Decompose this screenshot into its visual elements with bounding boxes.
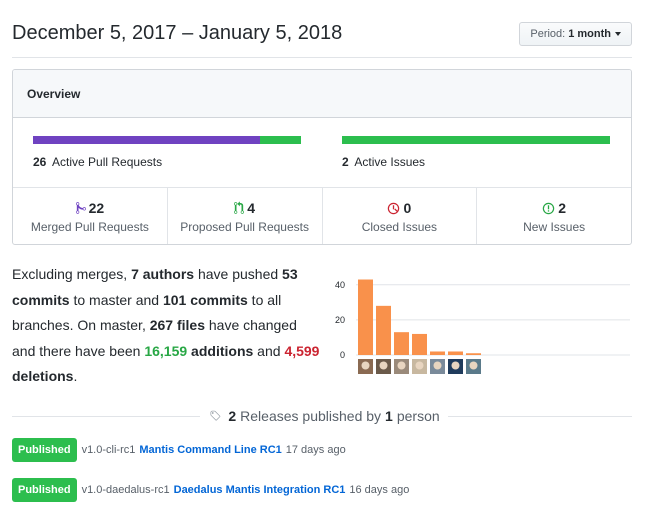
git-merge-icon (75, 202, 86, 214)
new-issues-label: New Issues (523, 220, 586, 234)
contributor-avatar (358, 359, 373, 374)
overview-summary: 26 Active Pull Requests 2 Active Issues (13, 118, 631, 188)
merged-pull-requests-count: 22 (88, 200, 105, 216)
summary-text-3: to master and (69, 291, 163, 308)
release-time: 16 days ago (349, 484, 410, 496)
period-value: 1 month (568, 28, 611, 40)
issues-bar (342, 136, 610, 144)
open-pull-requests-bar-segment (259, 136, 301, 144)
contributor-avatar (394, 359, 409, 374)
merged-pull-requests-label: Merged Pull Requests (30, 220, 149, 234)
contributor-avatar (376, 359, 391, 374)
closed-issues-count: 0 (403, 200, 412, 216)
deletions-count: 4,599 (284, 342, 320, 359)
contributor-avatar (430, 359, 445, 374)
releases-text-1: Releases published by (240, 408, 382, 424)
active-pull-requests-label: Active Pull Requests (52, 155, 163, 169)
additions-count: 16,159 (144, 342, 188, 359)
files-changed-count: 267 files (149, 317, 205, 333)
summary-text-6: and (253, 342, 285, 359)
active-issues-label: Active Issues (354, 155, 426, 169)
overview-box: Overview 26 Active Pull Requests 2 Activ… (12, 69, 632, 245)
contributor-avatar (448, 359, 463, 374)
deletions-word: deletions (12, 368, 74, 384)
all-branch-commits-count: 101 commits (162, 291, 248, 308)
active-issues-summary[interactable]: 2 Active Issues (342, 136, 610, 169)
overview-title: Overview (13, 70, 631, 118)
chart-bar (394, 332, 409, 355)
chart-bar (466, 353, 481, 355)
summary-text-2: have pushed (194, 266, 283, 282)
proposed-pull-requests-count: 4 (247, 200, 256, 216)
additions-word: additions (187, 342, 254, 359)
new-issues-count: 2 (558, 200, 567, 216)
release-name-link[interactable]: Mantis Command Line RC1 (139, 444, 281, 456)
release-item: Published v1.0-daedalus-rc1 Daedalus Man… (12, 478, 409, 502)
release-tag: v1.0-daedalus-rc1 (81, 484, 170, 496)
release-time: 17 days ago (285, 444, 346, 456)
releases-heading: 2 Releases published by 1 person (0, 408, 648, 425)
active-issues-count: 2 (342, 155, 349, 169)
chart-bar (448, 351, 463, 355)
releases-text-2: person (396, 408, 440, 424)
contributor-avatar (412, 359, 427, 374)
stat-proposed-pull-requests[interactable]: 4 Proposed Pull Requests (168, 188, 323, 244)
page-header: December 5, 2017 – January 5, 2018 Perio… (12, 22, 632, 58)
caret-down-icon (615, 32, 621, 36)
authors-count: 7 authors (131, 266, 195, 282)
period-label: Period: (530, 28, 566, 40)
contributor-avatar (466, 359, 481, 374)
open-issues-bar-segment (342, 136, 610, 144)
tag-icon (210, 410, 221, 421)
pull-requests-bar (33, 136, 301, 144)
period-dropdown-button[interactable]: Period: 1 month (519, 22, 632, 46)
commit-summary: Excluding merges, 7 authors have pushed … (12, 262, 322, 390)
issue-closed-icon (388, 202, 400, 214)
summary-text-7: . (73, 368, 78, 384)
release-item: Published v1.0-cli-rc1 Mantis Command Li… (12, 438, 346, 462)
y-tick-label: 20 (335, 315, 345, 325)
publishers-count: 1 (385, 408, 393, 424)
y-tick-label: 0 (340, 350, 345, 360)
contributors-bar-chart: 0 20 40 (335, 279, 630, 374)
chart-bar (412, 333, 427, 355)
release-name-link[interactable]: Daedalus Mantis Integration RC1 (174, 484, 346, 496)
chart-bar (430, 351, 445, 355)
published-badge: Published (12, 438, 77, 462)
proposed-pull-requests-label: Proposed Pull Requests (180, 220, 309, 234)
chart-bar (358, 279, 373, 355)
stat-closed-issues[interactable]: 0 Closed Issues (323, 188, 478, 244)
git-pull-request-icon (234, 201, 245, 214)
active-pull-requests-count: 26 (33, 155, 47, 169)
stat-merged-pull-requests[interactable]: 22 Merged Pull Requests (13, 188, 168, 244)
closed-issues-label: Closed Issues (361, 220, 438, 234)
stat-new-issues[interactable]: 2 New Issues (477, 188, 631, 244)
summary-text-1: Excluding merges, (12, 266, 132, 282)
merged-pull-requests-bar-segment (33, 136, 260, 144)
active-pull-requests-summary[interactable]: 26 Active Pull Requests (33, 136, 301, 169)
releases-count: 2 (228, 408, 237, 424)
overview-stats: 22 Merged Pull Requests 4 Proposed Pull … (13, 188, 631, 244)
release-tag: v1.0-cli-rc1 (81, 444, 136, 456)
y-tick-label: 40 (335, 280, 345, 290)
chart-bar (376, 305, 391, 355)
issue-opened-icon (542, 202, 555, 214)
published-badge: Published (12, 478, 77, 502)
